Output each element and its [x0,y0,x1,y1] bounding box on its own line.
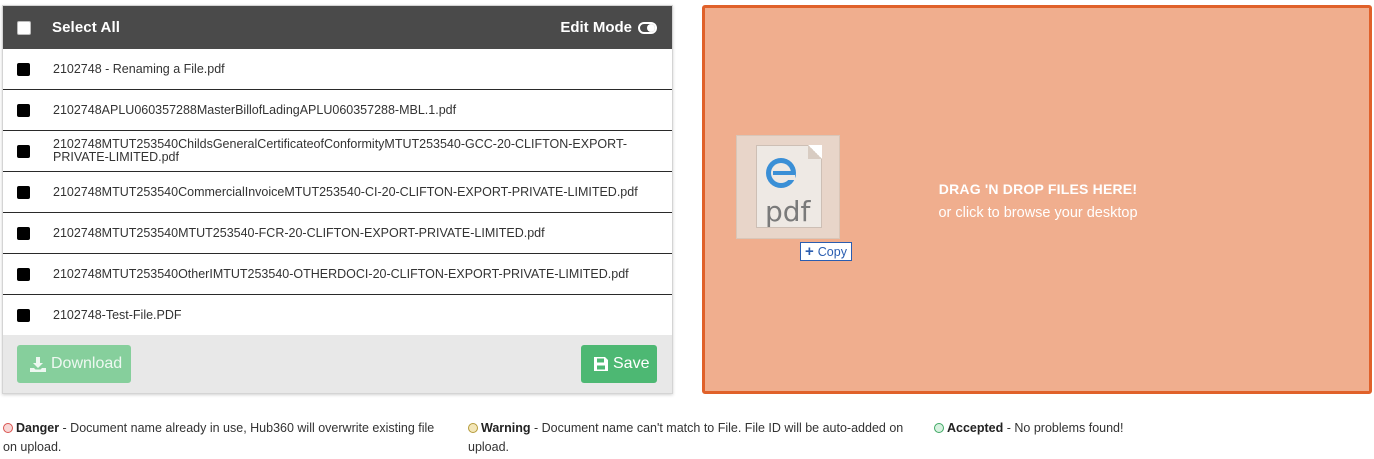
save-button[interactable]: Save [581,345,657,383]
legend-accepted: Accepted - No problems found! [934,419,1334,438]
legend-warning-text: - Document name can't match to File. Fil… [468,421,904,454]
pdf-document-icon: pdf [756,145,822,228]
file-name: 2102748MTUT253540ChildsGeneralCertificat… [53,137,628,164]
file-name: 2102748-Test-File.PDF [53,307,182,322]
edge-browser-icon [765,157,797,194]
file-row[interactable]: 2102748APLU060357288MasterBillofLadingAP… [3,90,672,131]
floppy-disk-icon [594,357,608,371]
file-checkbox[interactable] [17,226,30,240]
file-panel: Select All Edit Mode 2102748 - Renaming … [2,5,673,394]
download-icon [30,356,46,372]
select-all-checkbox[interactable] [17,20,31,35]
file-row[interactable]: 2102748MTUT253540OtherIMTUT253540-OTHERD… [3,254,672,295]
dropzone-title: DRAG 'N DROP FILES HERE! [938,181,1138,197]
legend-danger: Danger - Document name already in use, H… [3,419,443,457]
file-row[interactable]: 2102748MTUT253540MTUT253540-FCR-20-CLIFT… [3,213,672,254]
legend-danger-text: - Document name already in use, Hub360 w… [3,421,435,454]
toggle-switch-icon[interactable] [638,21,657,34]
file-checkbox[interactable] [17,103,30,117]
copy-label: Copy [817,244,847,259]
file-row[interactable]: 2102748MTUT253540CommercialInvoiceMTUT25… [3,172,672,213]
file-checkbox[interactable] [17,144,30,158]
file-name: 2102748MTUT253540CommercialInvoiceMTUT25… [53,184,638,199]
legend-warning: Warning - Document name can't match to F… [468,419,908,457]
download-label: Download [51,355,123,372]
legend-accepted-label: Accepted [947,421,1004,435]
pdf-icon-label: pdf [765,195,811,228]
select-all-label[interactable]: Select All [52,19,120,36]
danger-status-dot-icon [3,423,13,433]
dropzone-instructions: DRAG 'N DROP FILES HERE! or click to bro… [933,181,1143,221]
file-panel-header: Select All Edit Mode [3,6,672,49]
file-list: 2102748 - Renaming a File.pdf 2102748APL… [3,49,672,336]
accepted-status-dot-icon [934,423,944,433]
file-checkbox[interactable] [17,308,30,322]
file-row[interactable]: 2102748MTUT253540ChildsGeneralCertificat… [3,131,672,172]
save-label: Save [613,355,650,372]
file-panel-footer: Download Save [3,335,672,393]
download-button[interactable]: Download [17,345,131,383]
file-name: 2102748MTUT253540MTUT253540-FCR-20-CLIFT… [53,225,545,240]
dragged-pdf-file-icon: pdf [736,135,840,239]
plus-icon: + [805,242,814,260]
file-checkbox[interactable] [17,62,30,76]
dropzone-subtitle: or click to browse your desktop [938,205,1138,221]
file-checkbox[interactable] [17,185,30,199]
legend-accepted-text: - No problems found! [1003,421,1124,435]
file-name: 2102748MTUT253540OtherIMTUT253540-OTHERD… [53,266,629,281]
file-name: 2102748APLU060357288MasterBillofLadingAP… [53,102,457,117]
file-checkbox[interactable] [17,267,30,281]
file-dropzone[interactable]: pdf + Copy DRAG 'N DROP FILES HERE! or c… [702,5,1372,394]
legend-danger-label: Danger [16,421,60,435]
file-row[interactable]: 2102748-Test-File.PDF [3,295,672,336]
copy-cursor-tag: + Copy [800,242,852,261]
edit-mode-toggle[interactable]: Edit Mode [560,19,657,36]
file-name: 2102748 - Renaming a File.pdf [53,61,225,76]
legend-warning-label: Warning [481,421,531,435]
edit-mode-label: Edit Mode [560,19,632,36]
file-row[interactable]: 2102748 - Renaming a File.pdf [3,49,672,90]
warning-status-dot-icon [468,423,478,433]
